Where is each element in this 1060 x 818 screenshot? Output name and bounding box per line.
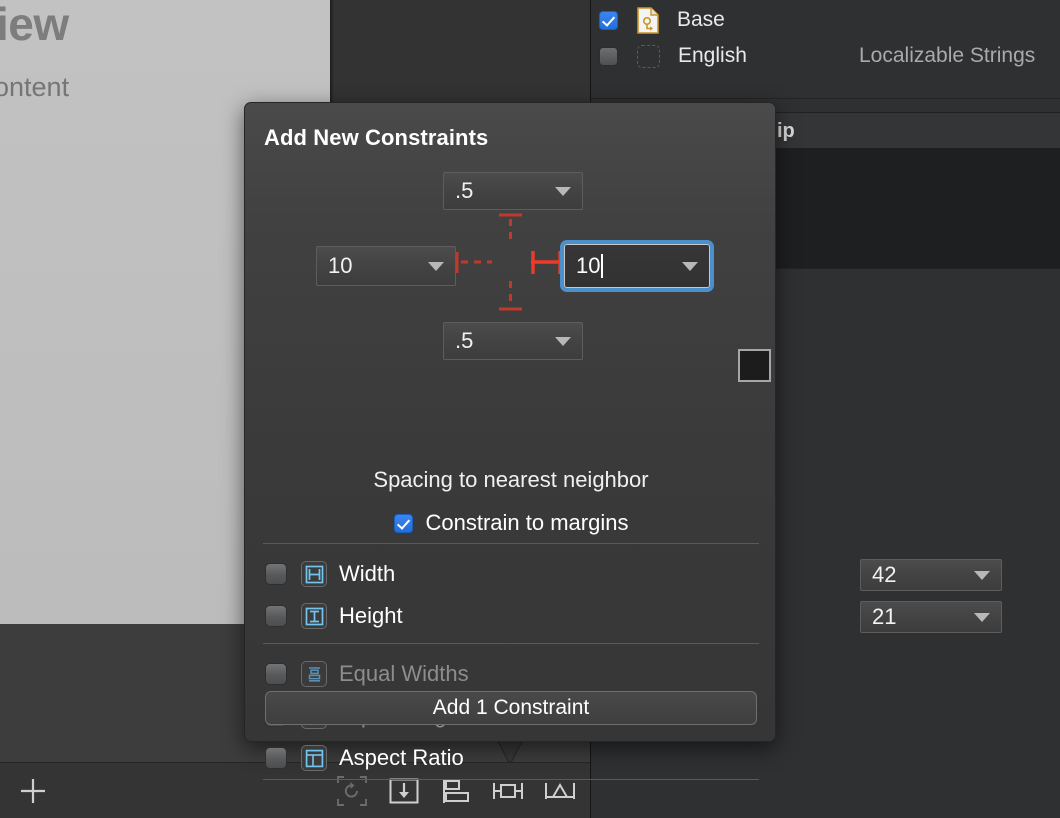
document-icon xyxy=(637,6,659,34)
add-constraint-button[interactable]: Add 1 Constraint xyxy=(265,691,757,725)
spacing-caption: Spacing to nearest neighbor xyxy=(373,467,649,492)
spacing-top-combo[interactable]: .5 xyxy=(443,172,583,210)
canvas-view-title: iew xyxy=(0,0,69,50)
height-constraint-icon xyxy=(301,603,327,629)
chevron-down-icon[interactable] xyxy=(428,262,444,271)
resolve-issues-icon xyxy=(545,783,575,799)
height-constraint-label: Height xyxy=(339,603,403,628)
dashed-placeholder-icon xyxy=(637,44,660,68)
constraint-target-box xyxy=(738,349,771,382)
chevron-down-icon[interactable] xyxy=(974,571,990,580)
chevron-down-icon[interactable] xyxy=(974,613,990,622)
align-icon xyxy=(443,779,469,803)
chevron-down-icon[interactable] xyxy=(555,337,571,346)
height-constraint-row[interactable]: Height 21 xyxy=(245,595,1002,637)
pin-constraints-icon xyxy=(389,778,419,804)
width-value: 42 xyxy=(872,562,897,587)
screen-root: iew ontent Base English Localizable Stri… xyxy=(0,0,1060,818)
localization-row-english[interactable]: English Localizable Strings xyxy=(591,38,1060,74)
plus-icon xyxy=(21,779,45,803)
width-value-combo[interactable]: 42 xyxy=(860,559,1002,591)
add-new-constraints-popover: Add New Constraints .5 10 10 .5 Spacing … xyxy=(244,102,1002,780)
localization-type-english: Localizable Strings xyxy=(859,44,1036,67)
update-frames-icon xyxy=(337,776,367,806)
localization-checkbox-base[interactable] xyxy=(599,10,618,30)
chevron-down-icon[interactable] xyxy=(555,187,571,196)
popover-divider-1 xyxy=(263,543,759,544)
chevron-down-icon[interactable] xyxy=(682,262,698,271)
spacing-bottom-value: .5 xyxy=(455,328,474,353)
aspect-ratio-checkbox[interactable] xyxy=(265,747,287,769)
width-constraint-label: Width xyxy=(339,561,396,586)
add-item-button[interactable] xyxy=(10,763,56,818)
width-constraint-row[interactable]: Width 42 xyxy=(245,553,1002,595)
aspect-ratio-label: Aspect Ratio xyxy=(339,745,464,770)
popover-divider-2 xyxy=(263,643,759,644)
panel-divider-top xyxy=(591,98,1060,99)
text-cursor xyxy=(601,254,604,278)
height-constraint-checkbox[interactable] xyxy=(265,605,287,627)
panel-section-title: ip xyxy=(777,119,795,142)
height-value-combo[interactable]: 21 xyxy=(860,601,1002,633)
width-constraint-icon xyxy=(301,561,327,587)
spacing-bottom-combo[interactable]: .5 xyxy=(443,322,583,360)
spacing-leading-value: 10 xyxy=(328,253,353,278)
constrain-to-margins-label: Constrain to margins xyxy=(425,510,629,535)
constrain-to-margins-row[interactable]: Constrain to margins xyxy=(245,510,777,536)
equal-widths-icon xyxy=(301,661,327,687)
spacing-top-value: .5 xyxy=(455,178,474,203)
constrain-to-margins-checkbox[interactable] xyxy=(393,513,413,533)
localization-label-english: English xyxy=(678,44,747,67)
localization-label-base: Base xyxy=(677,8,725,31)
popover-divider-3 xyxy=(263,779,759,780)
height-value: 21 xyxy=(872,604,897,629)
equal-widths-row[interactable]: Equal Widths xyxy=(245,653,777,695)
embed-icon xyxy=(493,783,523,799)
equal-widths-label: Equal Widths xyxy=(339,661,469,686)
aspect-ratio-row[interactable]: Aspect Ratio xyxy=(245,737,777,779)
spacing-cluster: .5 10 10 .5 xyxy=(245,103,777,382)
aspect-ratio-icon xyxy=(301,745,327,771)
localization-row-base[interactable]: Base xyxy=(591,2,1060,38)
add-constraint-button-label: Add 1 Constraint xyxy=(432,696,590,719)
canvas-view-subtitle: ontent xyxy=(0,72,70,102)
spacing-leading-combo[interactable]: 10 xyxy=(316,246,456,286)
spacing-trailing-combo[interactable]: 10 xyxy=(564,244,710,288)
spacing-trailing-value: 10 xyxy=(576,253,601,278)
width-constraint-checkbox[interactable] xyxy=(265,563,287,585)
localization-checkbox-english[interactable] xyxy=(599,46,618,66)
equal-widths-checkbox[interactable] xyxy=(265,663,287,685)
